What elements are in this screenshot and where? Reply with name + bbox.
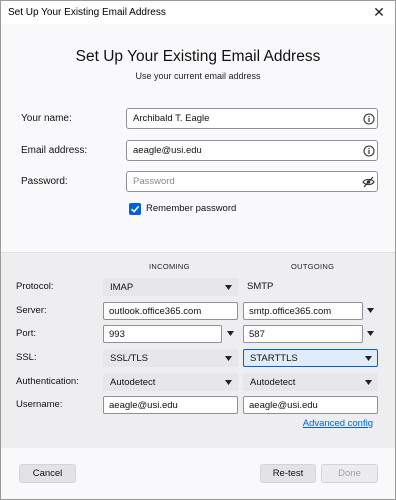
info-icon[interactable] [363,145,375,157]
outgoing-server-field[interactable]: smtp.office365.com [243,302,363,320]
outgoing-authentication-select[interactable]: Autodetect [243,373,378,391]
outgoing-username-field[interactable]: aeagle@usi.edu [243,396,378,414]
outgoing-server-dropdown-button[interactable] [363,302,378,320]
incoming-protocol-select[interactable]: IMAP [103,278,238,296]
page-subtitle: Use your current email address [135,71,261,81]
incoming-port-field[interactable]: 993 [103,325,222,343]
retest-button[interactable]: Re-test [260,464,316,483]
outgoing-ssl-value: STARTTLS [250,353,298,364]
outgoing-username-value: aeagle@usi.edu [249,400,318,411]
chevron-down-icon [367,308,374,313]
identity-section: Set Up Your Existing Email Address Use y… [1,24,395,252]
ssl-label: SSL: [16,352,37,363]
protocol-label: Protocol: [16,281,54,292]
chevron-down-icon [367,331,374,336]
email-field[interactable] [126,140,378,161]
close-icon[interactable]: ✕ [369,2,389,22]
done-button[interactable]: Done [321,464,378,483]
server-label: Server: [16,305,47,316]
outgoing-authentication-value: Autodetect [250,377,296,388]
page-title: Set Up Your Existing Email Address [75,48,321,65]
chevron-down-icon [365,380,372,385]
cancel-button[interactable]: Cancel [19,464,76,483]
chevron-down-icon [225,356,232,361]
incoming-header: INCOMING [149,262,190,271]
incoming-port-dropdown-button[interactable] [223,325,238,343]
outgoing-header: OUTGOING [291,262,335,271]
chevron-down-icon [227,331,234,336]
name-label: Your name: [21,113,72,124]
outgoing-port-field[interactable]: 587 [243,325,363,343]
account-setup-window: Set Up Your Existing Email Address ✕ Set… [0,0,396,500]
eye-slash-icon[interactable] [362,176,375,188]
incoming-username-field[interactable]: aeagle@usi.edu [103,396,238,414]
outgoing-ssl-select[interactable]: STARTTLS [243,349,378,367]
checkmark-icon [130,205,140,213]
advanced-config-link[interactable]: Advanced config [303,418,373,429]
incoming-authentication-select[interactable]: Autodetect [103,373,238,391]
window-title: Set Up Your Existing Email Address [8,7,166,18]
outgoing-port-dropdown-button[interactable] [363,325,378,343]
name-field[interactable] [126,108,378,129]
username-label: Username: [16,399,63,410]
password-field[interactable] [126,171,378,192]
outgoing-protocol-value: SMTP [247,281,274,292]
authentication-label: Authentication: [16,376,79,387]
incoming-port-value: 993 [109,329,125,340]
incoming-server-value: outlook.office365.com [109,306,202,317]
incoming-server-field[interactable]: outlook.office365.com [103,302,238,320]
chevron-down-icon [225,380,232,385]
incoming-ssl-value: SSL/TLS [110,353,149,364]
incoming-protocol-value: IMAP [110,282,134,293]
title-bar: Set Up Your Existing Email Address ✕ [1,1,395,24]
incoming-authentication-value: Autodetect [110,377,156,388]
info-icon[interactable] [363,113,375,125]
chevron-down-icon [225,285,232,290]
port-label: Port: [16,328,37,339]
dialog-footer: Cancel Re-test Done [1,448,395,499]
remember-password-label[interactable]: Remember password [146,203,236,214]
outgoing-server-value: smtp.office365.com [249,306,332,317]
incoming-ssl-select[interactable]: SSL/TLS [103,349,238,367]
outgoing-port-value: 587 [249,329,265,340]
remember-password-checkbox[interactable] [129,203,141,215]
password-label: Password: [21,176,68,187]
email-label: Email address: [21,145,88,156]
incoming-username-value: aeagle@usi.edu [109,400,178,411]
chevron-down-icon [365,356,372,361]
